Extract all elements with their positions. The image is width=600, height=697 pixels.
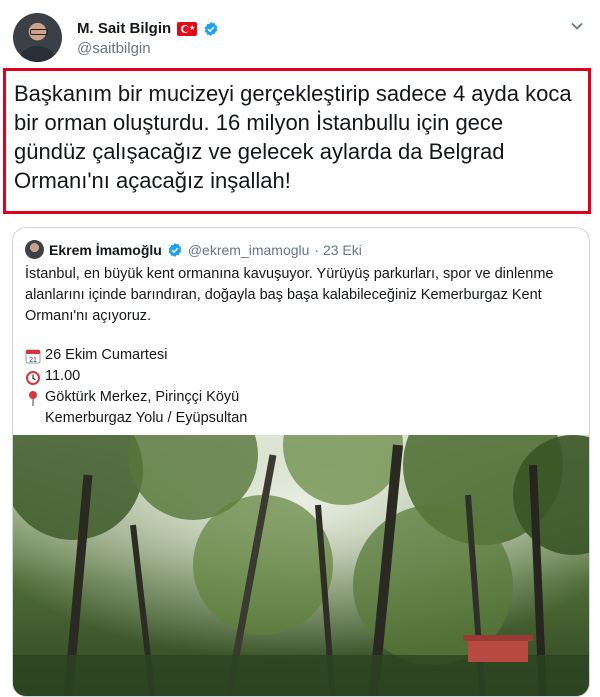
event-location-line: Göktürk Merkez, Pirinççi Köyü — [25, 387, 247, 408]
turkey-flag-icon: ★ — [177, 21, 198, 36]
event-location-1: Göktürk Merkez, Pirinççi Köyü — [45, 389, 240, 405]
event-date: 26 Ekim Cumartesi — [45, 347, 168, 363]
quoted-media-image[interactable] — [13, 385, 589, 696]
avatar-shirt — [21, 46, 54, 62]
calendar-icon: 21 — [25, 349, 41, 364]
alarm-clock-icon — [26, 370, 40, 385]
author-display-name[interactable]: M. Sait Bilgin — [77, 20, 171, 37]
event-time-line: 11.00 — [25, 366, 247, 387]
avatar-glasses — [30, 29, 48, 35]
quoted-handle[interactable]: @ekrem_imamoglu — [188, 242, 310, 258]
quoted-header: Ekrem İmamoğlu @ekrem_imamoglu · 23 Eki — [25, 240, 362, 259]
quoted-timestamp[interactable]: · 23 Eki — [314, 242, 361, 258]
quoted-display-name[interactable]: Ekrem İmamoğlu — [49, 242, 162, 258]
event-time: 11.00 — [45, 368, 81, 384]
author-name-row: M. Sait Bilgin ★ — [77, 20, 219, 37]
quoted-tweet-card[interactable]: Ekrem İmamoğlu @ekrem_imamoglu · 23 Eki … — [12, 227, 590, 697]
event-location-line-2: Kemerburgaz Yolu / Eyüpsultan — [25, 408, 247, 429]
author-handle[interactable]: @saitbilgin — [77, 40, 151, 57]
author-avatar[interactable] — [13, 13, 62, 62]
quoted-text: İstanbul, en büyük kent ormanına kavuşuy… — [25, 266, 554, 324]
verified-badge-icon — [168, 242, 182, 257]
chevron-down-icon[interactable] — [570, 19, 584, 33]
quoted-avatar[interactable] — [25, 240, 44, 259]
quoted-event-details: 21 26 Ekim Cumartesi 11.00 Göktürk Merke… — [25, 345, 247, 429]
tweet-text: Başkanım bir mucizeyi gerçekleştirip sad… — [14, 81, 572, 193]
verified-badge-icon — [204, 21, 218, 36]
forest-photo — [13, 385, 589, 696]
location-pin-icon — [29, 390, 37, 406]
event-location-2: Kemerburgaz Yolu / Eyüpsultan — [45, 410, 248, 426]
event-date-line: 21 26 Ekim Cumartesi — [25, 345, 247, 366]
svg-text:21: 21 — [29, 357, 37, 364]
